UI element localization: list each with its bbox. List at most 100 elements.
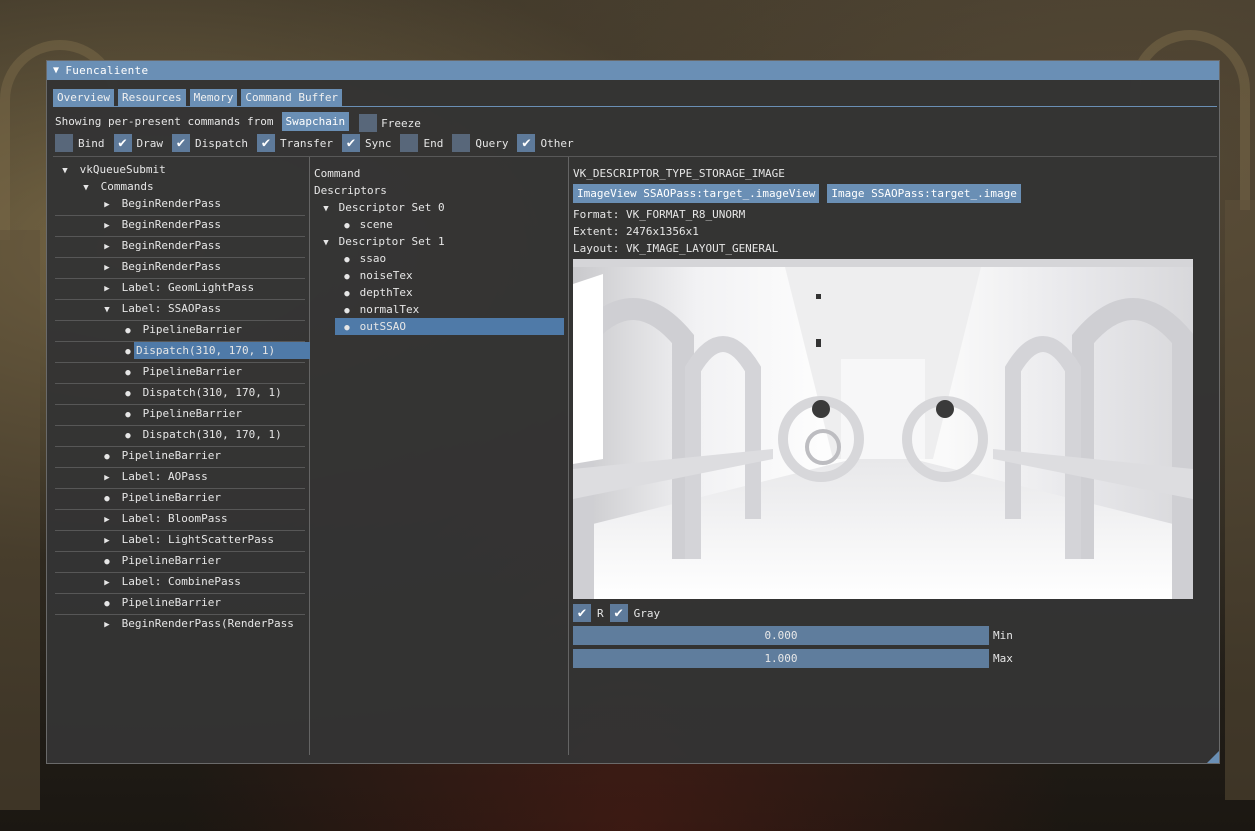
checkbox[interactable] <box>400 134 419 152</box>
tree-leaf[interactable]: ● PipelineBarrier <box>55 405 305 426</box>
tree-node[interactable]: ▶ Label: LightScatterPass <box>55 531 305 552</box>
tree-node[interactable]: ▼ Label: SSAOPass <box>55 300 305 321</box>
descriptor-item[interactable]: ● depthTex <box>314 284 564 301</box>
descriptor-item-selected[interactable]: ● outSSAO <box>335 318 564 335</box>
tree-node[interactable]: ▶ BeginRenderPass <box>55 258 305 279</box>
collapsed-arrow-icon[interactable]: ▶ <box>101 281 113 298</box>
checkmark-icon[interactable]: ✔ <box>172 134 190 152</box>
tree-node[interactable]: ▶ BeginRenderPass <box>55 195 305 216</box>
filter-end[interactable]: End <box>400 134 443 152</box>
checkbox[interactable] <box>55 134 73 152</box>
collapsed-arrow-icon[interactable]: ▶ <box>101 239 113 256</box>
collapsed-arrow-icon[interactable]: ▶ <box>101 260 113 277</box>
bullet-icon: ● <box>104 557 110 567</box>
bg-pillar <box>1225 200 1255 800</box>
tree-node[interactable]: ▶ Label: AOPass <box>55 468 305 489</box>
tree-node[interactable]: ▶ Label: CombinePass <box>55 573 305 594</box>
filter-dispatch[interactable]: ✔ Dispatch <box>172 134 248 152</box>
tree-leaf-selected[interactable]: ● Dispatch(310, 170, 1) <box>55 342 310 363</box>
command-tree: ▼ vkQueueSubmit ▼ Commands ▶ BeginRender… <box>55 161 310 636</box>
collapsed-arrow-icon[interactable]: ▶ <box>101 512 113 529</box>
column-divider[interactable] <box>309 157 310 755</box>
showing-label: Showing per-present commands from <box>55 114 274 128</box>
max-slider[interactable]: 1.000 <box>573 649 989 668</box>
descriptor-item[interactable]: ● normalTex <box>314 301 564 318</box>
bg-pillar <box>0 230 40 810</box>
window-title: Fuencaliente <box>65 64 149 77</box>
filter-label: Bind <box>78 136 105 150</box>
bullet-icon: ● <box>104 494 110 504</box>
channel-row: ✔ R ✔ Gray <box>573 604 1213 622</box>
window-titlebar[interactable]: ▼ Fuencaliente <box>47 61 1219 80</box>
image-view-button[interactable]: ImageView SSAOPass:target_.imageView <box>573 184 820 203</box>
checkmark-icon[interactable]: ✔ <box>609 604 628 622</box>
min-slider-row: 0.000 Min <box>573 626 1213 645</box>
tab-resources[interactable]: Resources <box>117 89 186 106</box>
checkmark-icon[interactable]: ✔ <box>341 134 360 152</box>
checkmark-icon[interactable]: ✔ <box>113 134 132 152</box>
expanded-arrow-icon[interactable]: ▼ <box>320 235 332 252</box>
collapsed-arrow-icon[interactable]: ▶ <box>101 218 113 235</box>
min-label: Min <box>993 629 1013 642</box>
tree-leaf[interactable]: ● PipelineBarrier <box>55 594 305 615</box>
collapsed-arrow-icon[interactable]: ▶ <box>101 575 113 592</box>
expanded-arrow-icon[interactable]: ▼ <box>101 302 113 319</box>
tree-node[interactable]: ▶ BeginRenderPass(RenderPass <box>55 615 305 636</box>
resource-buttons: ImageView SSAOPass:target_.imageView Ima… <box>573 184 1213 203</box>
filter-label: Other <box>540 136 574 150</box>
tab-overview[interactable]: Overview <box>53 89 114 106</box>
tree-node-commands[interactable]: ▼ Commands <box>55 178 305 195</box>
tree-leaf[interactable]: ● PipelineBarrier <box>55 321 305 342</box>
tree-leaf[interactable]: ● PipelineBarrier <box>55 552 305 573</box>
tree-leaf[interactable]: ● PipelineBarrier <box>55 489 305 510</box>
descriptor-set-1[interactable]: ▼ Descriptor Set 1 <box>314 233 564 250</box>
column-divider[interactable] <box>568 157 569 755</box>
expanded-arrow-icon[interactable]: ▼ <box>320 201 332 218</box>
filter-query[interactable]: Query <box>452 134 508 152</box>
descriptor-item[interactable]: ● scene <box>314 216 564 233</box>
tab-command-buffer[interactable]: Command Buffer <box>241 89 343 106</box>
tree-leaf[interactable]: ● PipelineBarrier <box>55 447 305 468</box>
filter-other[interactable]: ✔ Other <box>517 134 574 152</box>
filter-label: Transfer <box>279 136 333 150</box>
descriptor-set-0[interactable]: ▼ Descriptor Set 0 <box>314 199 564 216</box>
collapsed-arrow-icon[interactable]: ▶ <box>101 617 113 634</box>
tab-memory[interactable]: Memory <box>189 89 238 106</box>
tree-leaf[interactable]: ● Dispatch(310, 170, 1) <box>55 426 305 447</box>
tab-bar: Overview Resources Memory Command Buffer <box>53 89 343 106</box>
filter-transfer[interactable]: ✔ Transfer <box>256 134 333 152</box>
min-slider[interactable]: 0.000 <box>573 626 989 645</box>
freeze-toggle[interactable]: Freeze <box>359 114 421 132</box>
channel-r-label: R <box>597 606 604 620</box>
tree-node[interactable]: ▶ BeginRenderPass <box>55 237 305 258</box>
filter-sync[interactable]: ✔ Sync <box>341 134 391 152</box>
checkmark-icon[interactable]: ✔ <box>256 134 275 152</box>
freeze-checkbox[interactable] <box>359 114 378 132</box>
descriptor-item[interactable]: ● noiseTex <box>314 267 564 284</box>
collapsed-arrow-icon[interactable]: ▶ <box>101 533 113 550</box>
swapchain-button[interactable]: Swapchain <box>281 111 350 131</box>
max-slider-row: 1.000 Max <box>573 649 1213 668</box>
tree-node[interactable]: ▶ Label: BloomPass <box>55 510 305 531</box>
gray-label: Gray <box>633 606 661 620</box>
tree-node-queue-submit[interactable]: ▼ vkQueueSubmit <box>55 161 305 178</box>
checkmark-icon[interactable]: ✔ <box>573 604 591 622</box>
tree-leaf[interactable]: ● PipelineBarrier <box>55 363 305 384</box>
filter-bind[interactable]: Bind <box>55 134 105 152</box>
tree-node[interactable]: ▶ BeginRenderPass <box>55 216 305 237</box>
filter-draw[interactable]: ✔ Draw <box>113 134 163 152</box>
image-button[interactable]: Image SSAOPass:target_.image <box>827 184 1021 203</box>
filter-label: Query <box>475 136 509 150</box>
extent-text: Extent: 2476x1356x1 <box>573 225 699 238</box>
collapsed-arrow-icon[interactable]: ▶ <box>101 470 113 487</box>
resize-grip-icon[interactable] <box>1207 751 1219 763</box>
checkmark-icon[interactable]: ✔ <box>517 134 536 152</box>
tree-leaf[interactable]: ● Dispatch(310, 170, 1) <box>55 384 305 405</box>
descriptor-item[interactable]: ● ssao <box>314 250 564 267</box>
checkbox[interactable] <box>452 134 471 152</box>
collapse-arrow-icon[interactable]: ▼ <box>53 65 59 76</box>
collapsed-arrow-icon[interactable]: ▶ <box>101 197 113 214</box>
image-preview[interactable] <box>573 259 1193 599</box>
tree-node[interactable]: ▶ Label: GeomLightPass <box>55 279 305 300</box>
bullet-icon: ● <box>125 410 131 420</box>
